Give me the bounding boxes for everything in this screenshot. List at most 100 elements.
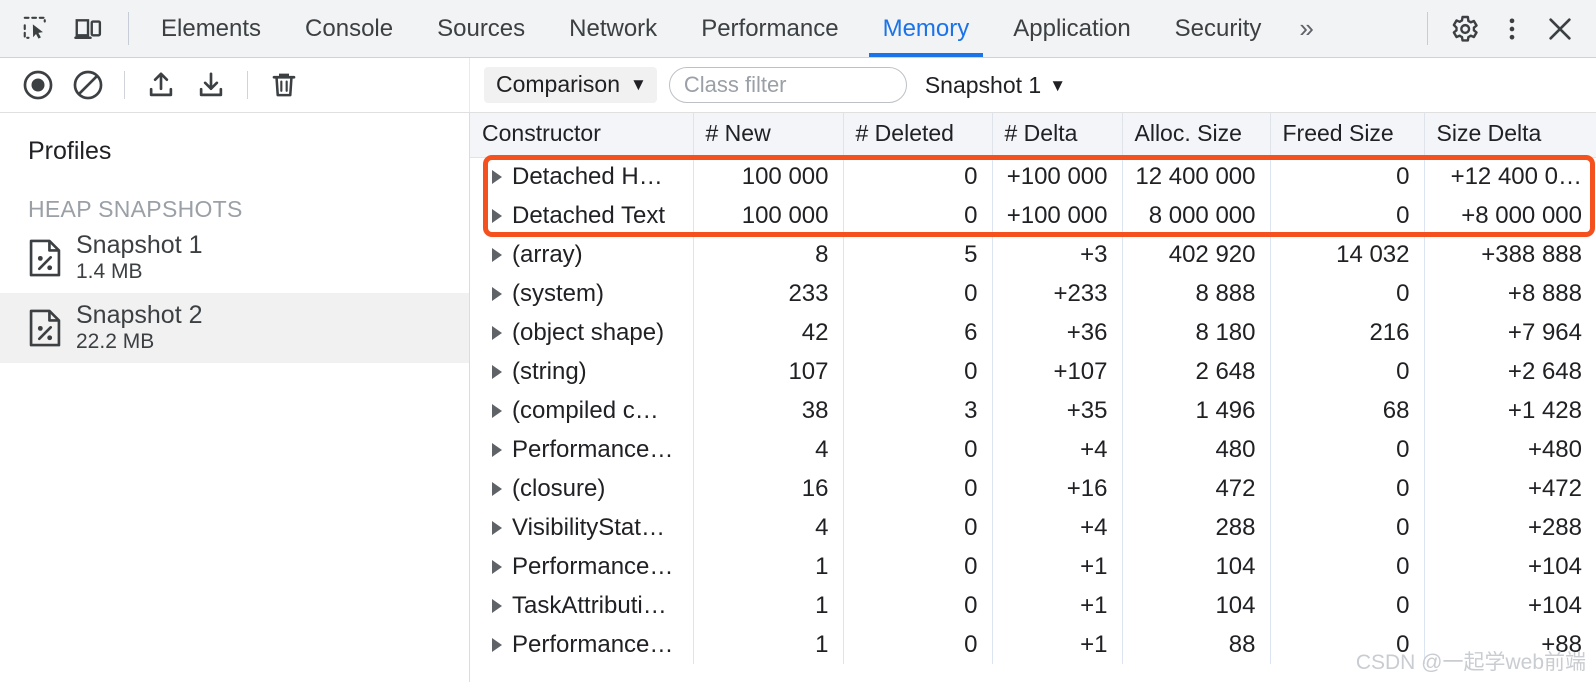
cell-freed-size: 0 <box>1270 352 1425 391</box>
cell-delta: +3 <box>992 235 1123 274</box>
tab-performance[interactable]: Performance <box>679 0 860 57</box>
expand-triangle-icon[interactable] <box>492 520 502 535</box>
constructor-label: (array) <box>512 240 583 268</box>
cell-size-delta: +1 428 <box>1507 396 1582 424</box>
table-row[interactable]: Performance… 1 0 +1 104 0 +104 <box>470 547 1596 586</box>
cell-size-delta: +288 <box>1527 513 1582 541</box>
expand-triangle-icon[interactable] <box>492 169 502 184</box>
tab-application[interactable]: Application <box>991 0 1152 57</box>
table-row[interactable]: (string) 107 0 +107 2 648 0 +2 648 <box>470 352 1596 391</box>
expand-triangle-icon[interactable] <box>492 481 502 496</box>
cell-constructor[interactable]: VisibilityStat… <box>470 508 694 547</box>
cell-constructor[interactable]: (system) <box>470 274 694 313</box>
column-header-deleted[interactable]: # Deleted <box>843 113 993 158</box>
snapshot-size: 1.4 MB <box>76 260 143 284</box>
table-row[interactable]: Detached Text 100 000 0 +100 000 8 000 0… <box>470 196 1596 235</box>
snapshot-size: 22.2 MB <box>76 330 155 354</box>
cell-alloc-size: 88 <box>1122 625 1271 664</box>
cell-constructor[interactable]: Detached H… <box>470 157 694 196</box>
baseline-snapshot-label: Snapshot 1 <box>924 71 1042 98</box>
cell-constructor[interactable]: Performance… <box>470 547 694 586</box>
device-toolbar-icon[interactable] <box>66 7 110 51</box>
table-body: Detached H… 100 000 0 +100 000 12 400 00… <box>470 157 1596 664</box>
table-row[interactable]: (compiled c… 38 3 +35 1 496 68 +1 428 <box>470 391 1596 430</box>
cell-size-delta: +104 <box>1527 591 1582 619</box>
memory-toolbar: Comparison ▼ Snapshot 1 ▼ <box>0 58 1596 113</box>
column-header-constructor[interactable]: Constructor <box>470 113 694 158</box>
snapshot-texts: Snapshot 2 22.2 MB <box>76 301 203 354</box>
cell-size-delta: +472 <box>1527 474 1582 502</box>
upload-icon[interactable] <box>139 63 183 107</box>
cell-constructor[interactable]: (object shape) <box>470 313 694 352</box>
column-header-delta[interactable]: # Delta <box>992 113 1123 158</box>
cell-constructor[interactable]: (string) <box>470 352 694 391</box>
column-header-new[interactable]: # New <box>693 113 844 158</box>
cell-deleted: 0 <box>843 469 993 508</box>
cell-constructor[interactable]: Performance… <box>470 430 694 469</box>
cell-new: 1 <box>693 547 844 586</box>
cell-delta: +1 <box>992 547 1123 586</box>
cell-new: 100 000 <box>693 196 844 235</box>
table-row[interactable]: Detached H… 100 000 0 +100 000 12 400 00… <box>470 157 1596 196</box>
column-header-freed-size[interactable]: Freed Size <box>1270 113 1425 158</box>
tab-security[interactable]: Security <box>1153 0 1284 57</box>
expand-triangle-icon[interactable] <box>492 208 502 223</box>
sidebar-item-snapshot-2[interactable]: Snapshot 2 22.2 MB <box>0 293 469 363</box>
baseline-snapshot-select[interactable]: Snapshot 1 ▼ <box>919 68 1072 103</box>
table-row[interactable]: (object shape) 42 6 +36 8 180 216 +7 964 <box>470 313 1596 352</box>
trash-icon[interactable] <box>262 63 306 107</box>
cell-constructor[interactable]: Detached Text <box>470 196 694 235</box>
cell-deleted: 6 <box>843 313 993 352</box>
expand-triangle-icon[interactable] <box>492 637 502 652</box>
expand-triangle-icon[interactable] <box>492 598 502 613</box>
kebab-menu-icon[interactable] <box>1490 7 1534 51</box>
tab-elements[interactable]: Elements <box>139 0 283 57</box>
table-row[interactable]: Performance… 4 0 +4 480 0 +480 <box>470 430 1596 469</box>
expand-triangle-icon[interactable] <box>492 442 502 457</box>
heap-snapshot-icon <box>28 239 62 277</box>
table-row[interactable]: (closure) 16 0 +16 472 0 +472 <box>470 469 1596 508</box>
more-tabs-button[interactable]: » <box>1283 0 1329 57</box>
tab-sources[interactable]: Sources <box>415 0 547 57</box>
chevron-down-icon: ▼ <box>630 75 647 94</box>
cell-constructor[interactable]: Performance… <box>470 625 694 664</box>
expand-triangle-icon[interactable] <box>492 403 502 418</box>
cell-constructor[interactable]: (array) <box>470 235 694 274</box>
sidebar-item-snapshot-1[interactable]: Snapshot 1 1.4 MB <box>0 223 469 293</box>
tabbar-right-icons <box>1417 0 1596 57</box>
heap-comparison-table: Constructor # New # Deleted # Delta Allo… <box>470 113 1596 664</box>
expand-triangle-icon[interactable] <box>492 364 502 379</box>
view-select[interactable]: Comparison ▼ <box>484 67 657 103</box>
record-icon[interactable] <box>16 63 60 107</box>
expand-triangle-icon[interactable] <box>492 559 502 574</box>
table-row[interactable]: VisibilityStat… 4 0 +4 288 0 +288 <box>470 508 1596 547</box>
table-row[interactable]: (array) 8 5 +3 402 920 14 032 +388 888 <box>470 235 1596 274</box>
tab-network[interactable]: Network <box>547 0 679 57</box>
table-row[interactable]: (system) 233 0 +233 8 888 0 +8 888 <box>470 274 1596 313</box>
column-header-size-delta[interactable]: Size Delta <box>1424 113 1596 158</box>
cell-constructor[interactable]: (compiled c… <box>470 391 694 430</box>
constructor-label: VisibilityStat… <box>512 513 665 541</box>
cell-freed-size: 0 <box>1270 586 1425 625</box>
cell-new: 107 <box>693 352 844 391</box>
cell-constructor[interactable]: (closure) <box>470 469 694 508</box>
expand-triangle-icon[interactable] <box>492 325 502 340</box>
gear-icon[interactable] <box>1442 7 1486 51</box>
tab-memory[interactable]: Memory <box>861 0 992 57</box>
download-icon[interactable] <box>189 63 233 107</box>
cell-size-delta: +388 888 <box>1481 240 1582 268</box>
cell-alloc-size: 1 496 <box>1122 391 1271 430</box>
class-filter-input[interactable] <box>668 67 907 103</box>
cell-constructor[interactable]: TaskAttributi… <box>470 586 694 625</box>
close-icon[interactable] <box>1538 7 1582 51</box>
table-row[interactable]: TaskAttributi… 1 0 +1 104 0 +104 <box>470 586 1596 625</box>
snapshot-texts: Snapshot 1 1.4 MB <box>76 231 203 284</box>
constructor-label: Performance… <box>512 552 674 580</box>
expand-triangle-icon[interactable] <box>492 247 502 262</box>
clear-icon[interactable] <box>66 63 110 107</box>
tab-console[interactable]: Console <box>283 0 415 57</box>
inspect-element-icon[interactable] <box>14 7 58 51</box>
expand-triangle-icon[interactable] <box>492 286 502 301</box>
cell-alloc-size: 104 <box>1122 547 1271 586</box>
column-header-alloc-size[interactable]: Alloc. Size <box>1122 113 1271 158</box>
